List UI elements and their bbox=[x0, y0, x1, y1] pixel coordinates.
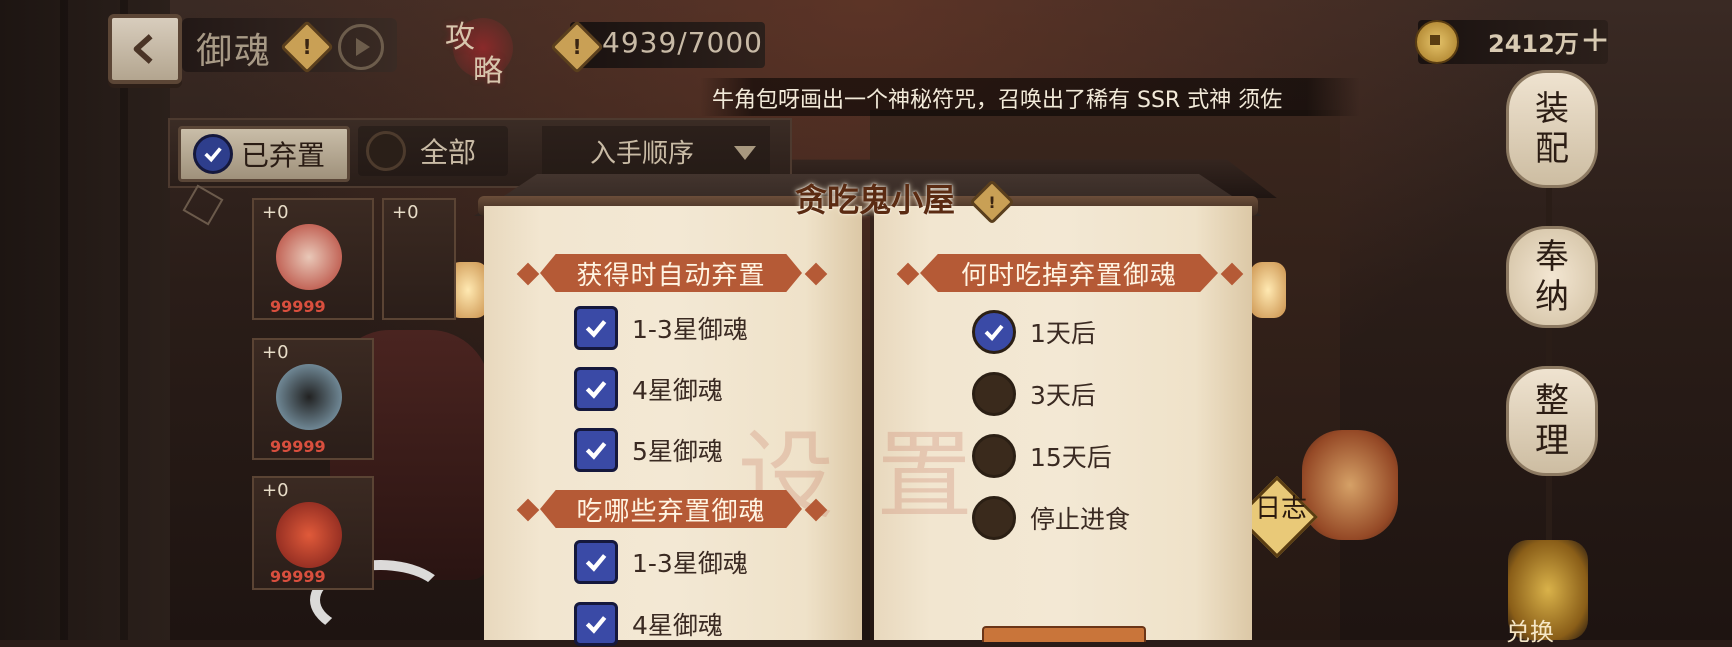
option-15-days[interactable]: 15天后 bbox=[972, 434, 1112, 478]
soul-portrait bbox=[276, 364, 342, 430]
organize-char: 整 bbox=[1535, 381, 1569, 421]
card-level: +0 bbox=[262, 480, 289, 501]
checkbox-checked-icon bbox=[574, 428, 618, 472]
coin-count: 2412万 bbox=[1488, 30, 1579, 58]
radio-unselected-icon bbox=[972, 372, 1016, 416]
option-auto-discard-4[interactable]: 4星御魂 bbox=[574, 367, 723, 411]
checkbox-checked-icon bbox=[574, 367, 618, 411]
organize-char: 理 bbox=[1535, 421, 1569, 461]
lantern bbox=[1250, 262, 1286, 318]
filter-abandoned[interactable]: 已弃置 bbox=[178, 126, 350, 182]
card-level: +0 bbox=[262, 202, 289, 223]
offer-button[interactable]: 奉 纳 bbox=[1506, 226, 1598, 328]
dropdown-triangle-icon bbox=[734, 146, 756, 160]
card-level: +0 bbox=[392, 202, 419, 223]
guide-button[interactable]: 攻 略 bbox=[445, 12, 515, 89]
option-label: 1天后 bbox=[1030, 319, 1096, 348]
capacity-count: 4939/7000 bbox=[602, 26, 763, 59]
card-count: 99999 bbox=[270, 567, 326, 586]
plus-icon[interactable]: + bbox=[1580, 20, 1610, 60]
left-wall bbox=[0, 0, 170, 640]
option-label: 3天后 bbox=[1030, 381, 1096, 410]
checkbox-checked-icon bbox=[574, 540, 618, 584]
modal-title: 贪吃鬼小屋 bbox=[794, 181, 955, 219]
wall-stripe bbox=[120, 0, 128, 640]
section-when-eat-title: 何时吃掉弃置御魂 bbox=[960, 260, 1177, 291]
option-1-day[interactable]: 1天后 bbox=[972, 310, 1096, 354]
radio-icon bbox=[366, 131, 406, 171]
option-3-days[interactable]: 3天后 bbox=[972, 372, 1096, 416]
soul-card[interactable]: +0 bbox=[382, 198, 456, 320]
section-when-eat: 何时吃掉弃置御魂 bbox=[920, 254, 1218, 292]
filter-all-label: 全部 bbox=[420, 136, 477, 169]
option-label: 4星御魂 bbox=[632, 611, 723, 640]
modal-title-plate: 贪吃鬼小屋 bbox=[740, 170, 1010, 226]
filter-all[interactable]: 全部 bbox=[358, 126, 508, 176]
equip-button[interactable]: 装 配 bbox=[1506, 70, 1598, 188]
soul-card[interactable]: +0 99999 bbox=[252, 198, 374, 320]
radio-unselected-icon bbox=[972, 434, 1016, 478]
option-label: 1-3星御魂 bbox=[632, 315, 748, 344]
section-eat-which: 吃哪些弃置御魂 bbox=[540, 490, 802, 528]
sort-dropdown[interactable]: 入手顺序 bbox=[542, 126, 770, 176]
back-arrow-icon bbox=[133, 34, 153, 64]
option-stop-eating[interactable]: 停止进食 bbox=[972, 496, 1130, 540]
play-icon[interactable] bbox=[338, 24, 384, 70]
card-count: 99999 bbox=[270, 297, 326, 316]
option-auto-discard-1-3[interactable]: 1-3星御魂 bbox=[574, 306, 748, 350]
radio-selected-icon bbox=[972, 310, 1016, 354]
offer-char: 奉 bbox=[1535, 237, 1569, 277]
radio-unselected-icon bbox=[972, 496, 1016, 540]
log-label: 日志 bbox=[1254, 494, 1307, 524]
exchange-label: 兑换 bbox=[1506, 618, 1554, 646]
big-lantern bbox=[1302, 430, 1398, 540]
option-label: 1-3星御魂 bbox=[632, 549, 748, 578]
soul-portrait bbox=[276, 224, 342, 290]
broadcast-text: 牛角包呀画出一个神秘符咒，召唤出了稀有 SSR 式神 须佐 bbox=[712, 88, 1283, 113]
option-eat-1-3[interactable]: 1-3星御魂 bbox=[574, 540, 748, 584]
soul-card[interactable]: +0 99999 bbox=[252, 476, 374, 590]
filter-abandoned-label: 已弃置 bbox=[241, 139, 326, 172]
soul-portrait bbox=[276, 502, 342, 568]
option-label: 15天后 bbox=[1030, 443, 1112, 472]
card-count: 99999 bbox=[270, 437, 326, 456]
guide-char: 攻 bbox=[445, 20, 475, 55]
guide-char: 略 bbox=[473, 54, 503, 89]
option-auto-discard-5[interactable]: 5星御魂 bbox=[574, 428, 723, 472]
option-label: 5星御魂 bbox=[632, 437, 723, 466]
soul-card[interactable]: +0 99999 bbox=[252, 338, 374, 460]
check-icon bbox=[193, 134, 233, 174]
coin-icon bbox=[1415, 20, 1459, 64]
option-label: 停止进食 bbox=[1030, 505, 1131, 534]
equip-char: 装 bbox=[1535, 89, 1569, 129]
card-level: +0 bbox=[262, 342, 289, 363]
section-auto-discard-title: 获得时自动弃置 bbox=[576, 260, 766, 291]
checkbox-checked-icon bbox=[574, 306, 618, 350]
option-label: 4星御魂 bbox=[632, 376, 723, 405]
section-auto-discard: 获得时自动弃置 bbox=[540, 254, 802, 292]
organize-button[interactable]: 整 理 bbox=[1506, 366, 1598, 476]
option-eat-4[interactable]: 4星御魂 bbox=[574, 602, 723, 646]
sort-label: 入手顺序 bbox=[590, 138, 695, 169]
equip-char: 配 bbox=[1535, 129, 1569, 169]
checkbox-checked-icon bbox=[574, 602, 618, 646]
wall-stripe bbox=[60, 0, 68, 640]
offer-char: 纳 bbox=[1535, 277, 1569, 317]
back-button[interactable] bbox=[108, 14, 182, 84]
page-title: 御魂 bbox=[196, 31, 273, 72]
section-eat-which-title: 吃哪些弃置御魂 bbox=[576, 496, 766, 527]
